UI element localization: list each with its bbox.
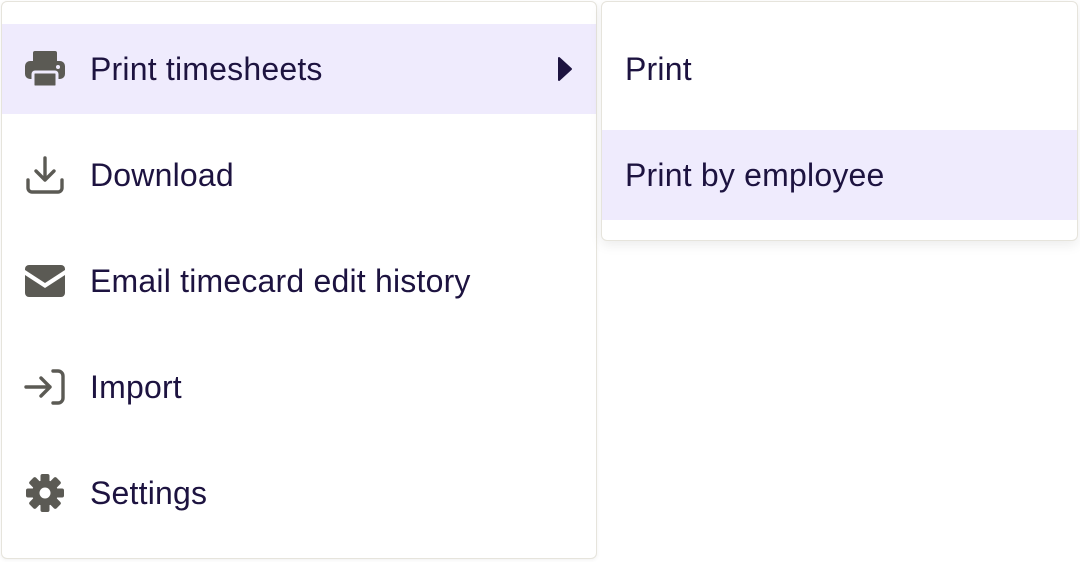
import-icon (24, 366, 66, 408)
menu-item-import[interactable]: Import (2, 342, 596, 432)
envelope-icon (24, 260, 66, 302)
menu-item-label: Import (90, 368, 182, 405)
submenu-item-label: Print by employee (625, 156, 885, 193)
gear-icon (24, 472, 66, 514)
caret-right-icon (555, 56, 575, 82)
menu-item-settings[interactable]: Settings (2, 448, 596, 538)
print-submenu: Print Print by employee (601, 1, 1078, 241)
menu-item-download[interactable]: Download (2, 130, 596, 220)
menu-item-print-timesheets[interactable]: Print timesheets (2, 24, 596, 114)
menu-item-label: Settings (90, 474, 208, 511)
menu-item-email-edit-history[interactable]: Email timecard edit history (2, 236, 596, 326)
menu-item-label: Download (90, 156, 234, 193)
actions-menu-list: Print timesheets Download Email timecard… (2, 24, 596, 538)
menu-item-label: Print timesheets (90, 50, 323, 87)
menu-item-label: Email timecard edit history (90, 262, 471, 299)
submenu-item-print-by-employee[interactable]: Print by employee (602, 130, 1077, 220)
print-submenu-list: Print Print by employee (602, 24, 1077, 220)
download-icon (24, 154, 66, 196)
actions-menu: Print timesheets Download Email timecard… (1, 1, 597, 559)
submenu-item-label: Print (625, 50, 692, 87)
export-menu-stage: Print timesheets Download Email timecard… (0, 0, 1080, 562)
submenu-item-print[interactable]: Print (602, 24, 1077, 114)
printer-icon (24, 48, 66, 90)
